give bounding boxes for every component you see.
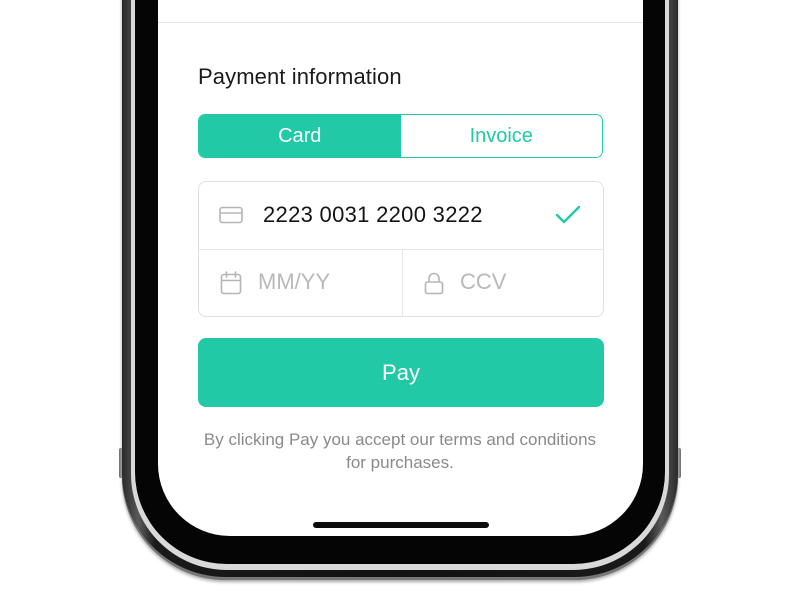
tab-card[interactable]: Card: [199, 115, 401, 157]
credit-card-icon: [219, 206, 243, 224]
home-indicator[interactable]: [313, 522, 489, 528]
lock-icon: [424, 272, 444, 295]
expiry-cell: [199, 250, 403, 316]
tab-invoice[interactable]: Invoice: [400, 115, 602, 157]
card-number-row[interactable]: 2223 0031 2200 3222: [199, 182, 603, 250]
ccv-cell: [403, 250, 603, 316]
calendar-icon: [220, 271, 242, 295]
check-icon: [555, 205, 581, 224]
ccv-input[interactable]: [460, 264, 590, 300]
card-number-field[interactable]: 2223 0031 2200 3222: [263, 202, 483, 228]
card-details-form: 2223 0031 2200 3222: [198, 181, 604, 317]
expiry-input[interactable]: [258, 264, 388, 300]
expiry-ccv-row: [199, 250, 603, 316]
payment-method-toggle: Card Invoice: [198, 114, 603, 158]
terms-text: By clicking Pay you accept our terms and…: [203, 430, 597, 472]
top-divider: [158, 22, 643, 23]
pay-button[interactable]: Pay: [198, 338, 604, 407]
stage: Payment information Card Invoice 2223 00…: [0, 0, 800, 600]
page-title: Payment information: [198, 64, 402, 89]
